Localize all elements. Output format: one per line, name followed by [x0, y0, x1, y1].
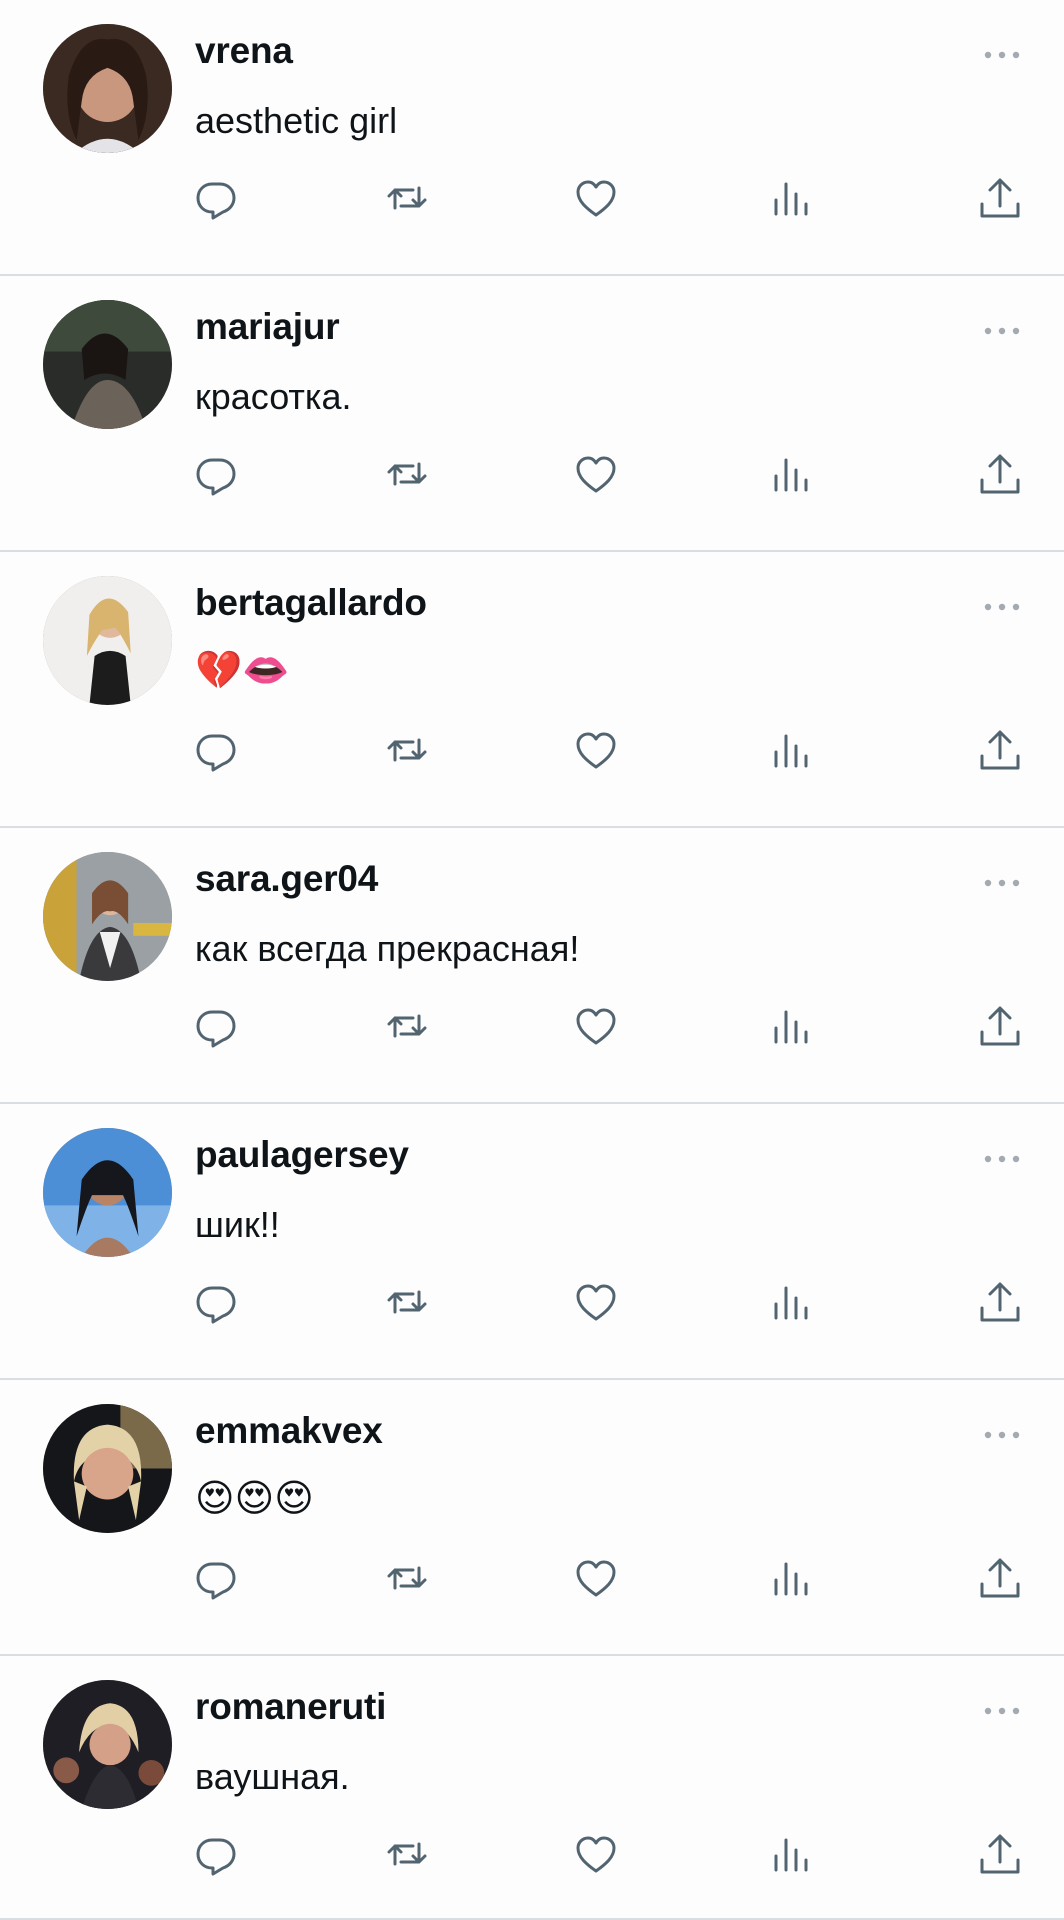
repost-arrows-icon[interactable]: [383, 1830, 431, 1878]
reply-text: ваушная.: [195, 1756, 350, 1797]
avatar[interactable]: [43, 1680, 172, 1809]
reply-text: красотка.: [195, 376, 352, 417]
views-bars-icon[interactable]: [766, 174, 814, 222]
reply-item[interactable]: mariajur красотка.: [0, 276, 1064, 552]
reply-bubble-icon[interactable]: [192, 1002, 240, 1050]
username[interactable]: vrena: [195, 30, 293, 72]
reply-bubble-icon[interactable]: [192, 726, 240, 774]
share-upload-icon[interactable]: [976, 174, 1024, 222]
reply-bubble-icon[interactable]: [192, 1830, 240, 1878]
share-upload-icon[interactable]: [976, 1278, 1024, 1326]
share-upload-icon[interactable]: [976, 450, 1024, 498]
reply-item[interactable]: vrena aesthetic girl: [0, 0, 1064, 276]
heart-icon[interactable]: [572, 726, 620, 774]
repost-arrows-icon[interactable]: [383, 1002, 431, 1050]
reply-bubble-icon[interactable]: [192, 1278, 240, 1326]
repost-arrows-icon[interactable]: [383, 1278, 431, 1326]
username[interactable]: paulagersey: [195, 1134, 409, 1176]
avatar[interactable]: [43, 24, 172, 153]
more-dots-icon[interactable]: [982, 320, 1022, 342]
heart-icon[interactable]: [572, 1830, 620, 1878]
more-dots-icon[interactable]: [982, 872, 1022, 894]
username[interactable]: mariajur: [195, 306, 340, 348]
username[interactable]: emmakvex: [195, 1410, 383, 1452]
reply-bubble-icon[interactable]: [192, 174, 240, 222]
views-bars-icon[interactable]: [766, 1554, 814, 1602]
more-dots-icon[interactable]: [982, 44, 1022, 66]
heart-icon[interactable]: [572, 174, 620, 222]
share-upload-icon[interactable]: [976, 1002, 1024, 1050]
more-dots-icon[interactable]: [982, 1700, 1022, 1722]
more-dots-icon[interactable]: [982, 596, 1022, 618]
reply-item[interactable]: sara.ger04 как всегда прекрасная!: [0, 828, 1064, 1104]
reply-text: 😍😍😍: [195, 1476, 314, 1520]
reply-bubble-icon[interactable]: [192, 450, 240, 498]
reply-text: aesthetic girl: [195, 100, 398, 141]
avatar[interactable]: [43, 1404, 172, 1533]
share-upload-icon[interactable]: [976, 726, 1024, 774]
username[interactable]: sara.ger04: [195, 858, 378, 900]
reply-item[interactable]: emmakvex 😍😍😍: [0, 1380, 1064, 1656]
views-bars-icon[interactable]: [766, 1002, 814, 1050]
repost-arrows-icon[interactable]: [383, 174, 431, 222]
reply-text: шик!!: [195, 1204, 280, 1245]
reply-item[interactable]: paulagersey шик!!: [0, 1104, 1064, 1380]
username[interactable]: bertagallardo: [195, 582, 427, 624]
repost-arrows-icon[interactable]: [383, 1554, 431, 1602]
repost-arrows-icon[interactable]: [383, 450, 431, 498]
heart-icon[interactable]: [572, 450, 620, 498]
heart-icon[interactable]: [572, 1002, 620, 1050]
views-bars-icon[interactable]: [766, 450, 814, 498]
avatar[interactable]: [43, 852, 172, 981]
views-bars-icon[interactable]: [766, 1278, 814, 1326]
heart-icon[interactable]: [572, 1278, 620, 1326]
heart-icon[interactable]: [572, 1554, 620, 1602]
avatar[interactable]: [43, 576, 172, 705]
reply-text: 💔👄: [195, 648, 290, 692]
reply-item[interactable]: romaneruti ваушная.: [0, 1656, 1064, 1920]
reply-item[interactable]: bertagallardo 💔👄: [0, 552, 1064, 828]
views-bars-icon[interactable]: [766, 1830, 814, 1878]
reply-bubble-icon[interactable]: [192, 1554, 240, 1602]
more-dots-icon[interactable]: [982, 1148, 1022, 1170]
avatar[interactable]: [43, 1128, 172, 1257]
share-upload-icon[interactable]: [976, 1554, 1024, 1602]
repost-arrows-icon[interactable]: [383, 726, 431, 774]
replies-feed: vrena aesthetic girl mariajur красотка. …: [0, 0, 1064, 1920]
views-bars-icon[interactable]: [766, 726, 814, 774]
share-upload-icon[interactable]: [976, 1830, 1024, 1878]
more-dots-icon[interactable]: [982, 1424, 1022, 1446]
username[interactable]: romaneruti: [195, 1686, 386, 1728]
reply-text: как всегда прекрасная!: [195, 928, 580, 969]
avatar[interactable]: [43, 300, 172, 429]
